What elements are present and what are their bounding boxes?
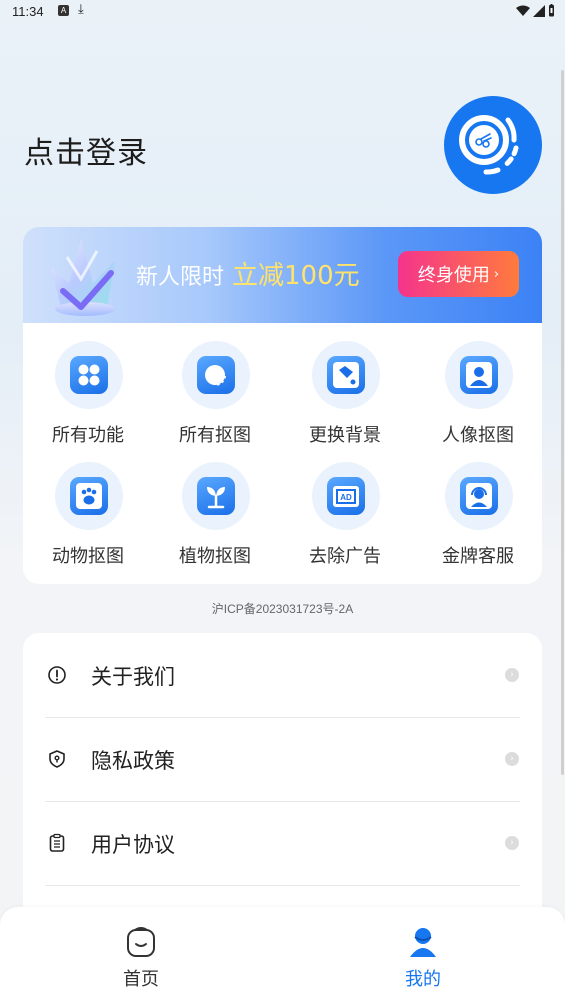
- status-time: 11:34: [12, 4, 44, 19]
- status-bar: 11:34 A ⤓: [0, 0, 565, 24]
- ad-icon: AD: [327, 477, 365, 515]
- home-icon: [127, 927, 155, 957]
- download-icon: ⤓: [78, 2, 84, 17]
- menu-label: 关于我们: [91, 665, 175, 689]
- feature-remove-ads[interactable]: AD 去除广告: [290, 462, 400, 572]
- clipboard-icon: [49, 833, 65, 852]
- menu-item-about-us[interactable]: 关于我们 ›: [23, 633, 542, 717]
- feature-label: 金牌客服: [442, 546, 514, 567]
- settings-menu: 关于我们 › 隐私政策 › 用户协议 ›: [23, 633, 542, 933]
- icp-record: 沪ICP备2023031723号-2A: [211, 602, 354, 616]
- feature-customer-service[interactable]: 金牌客服: [423, 462, 533, 572]
- bottom-tab-bar: 首页 我的: [0, 907, 565, 1004]
- chevron-right-icon: ›: [505, 668, 519, 682]
- promo-banner[interactable]: 新人限时 立减100元 终身使用 ›: [23, 227, 542, 323]
- menu-item-privacy-policy[interactable]: 隐私政策 ›: [23, 717, 542, 801]
- chevron-right-icon: ›: [493, 266, 500, 282]
- portrait-icon: [460, 356, 498, 394]
- feature-plant-cutout[interactable]: 植物抠图: [160, 462, 270, 572]
- login-button[interactable]: 点击登录: [24, 128, 148, 172]
- scrollbar[interactable]: [561, 70, 564, 775]
- tab-mine-label: 我的: [405, 969, 441, 990]
- lifetime-use-button[interactable]: 终身使用 ›: [398, 251, 519, 297]
- svg-text:AD: AD: [340, 493, 352, 502]
- grid-icon: [70, 356, 108, 394]
- feature-animal-cutout[interactable]: 动物抠图: [33, 462, 143, 572]
- cutout-icon: [197, 356, 235, 394]
- feature-label: 所有抠图: [179, 425, 251, 446]
- info-icon: [48, 666, 66, 684]
- chevron-right-icon: ›: [505, 752, 519, 766]
- profile-icon: [410, 928, 436, 957]
- status-indicators: [516, 4, 555, 17]
- feature-label: 人像抠图: [442, 425, 514, 446]
- tab-mine[interactable]: 我的: [363, 925, 483, 995]
- crown-icon: [51, 239, 115, 316]
- chevron-right-icon: ›: [505, 836, 519, 850]
- logo-graphic: [459, 115, 519, 175]
- lifetime-use-label: 终身使用: [417, 265, 490, 286]
- scissors-logo-icon: [444, 96, 542, 194]
- tab-home[interactable]: 首页: [81, 925, 201, 995]
- notification-a-icon: A: [58, 5, 69, 16]
- wifi-icon: [516, 5, 530, 16]
- promo-highlight: 立减100元: [232, 261, 360, 291]
- menu-label: 隐私政策: [91, 749, 175, 773]
- divider: [45, 885, 520, 886]
- signal-icon: [533, 4, 545, 17]
- feature-label: 动物抠图: [52, 546, 124, 567]
- paw-icon: [70, 477, 108, 515]
- feature-label: 植物抠图: [179, 546, 251, 567]
- promo-text: 新人限时: [136, 265, 225, 290]
- customer-service-icon: [460, 477, 498, 515]
- feature-card: 新人限时 立减100元 终身使用 › 所有功能 所有抠图 更换背景 人像抠图 动…: [23, 227, 542, 584]
- feature-all-functions[interactable]: 所有功能: [33, 341, 143, 451]
- feature-portrait-cutout[interactable]: 人像抠图: [423, 341, 533, 451]
- plant-icon: [197, 477, 235, 515]
- feature-label: 去除广告: [309, 546, 381, 567]
- shield-icon: [49, 750, 65, 768]
- feature-label: 所有功能: [52, 425, 124, 446]
- paint-bucket-icon: [327, 356, 365, 394]
- feature-all-cutout[interactable]: 所有抠图: [160, 341, 270, 451]
- feature-label: 更换背景: [309, 425, 381, 446]
- menu-item-user-agreement[interactable]: 用户协议 ›: [23, 801, 542, 885]
- battery-icon: [549, 4, 554, 17]
- menu-label: 用户协议: [91, 833, 175, 857]
- feature-change-background[interactable]: 更换背景: [290, 341, 400, 451]
- tab-home-label: 首页: [123, 969, 159, 990]
